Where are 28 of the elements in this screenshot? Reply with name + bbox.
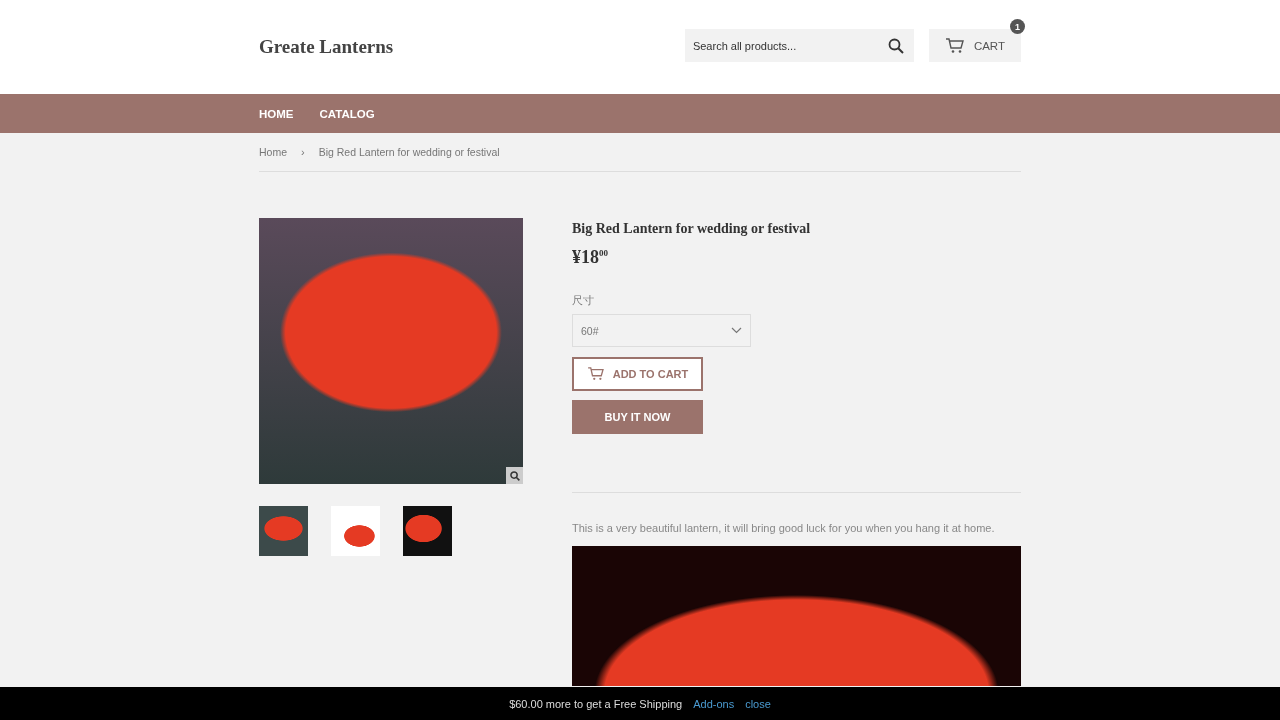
cart-icon [944,37,965,54]
cart-button[interactable]: CART [928,29,1021,62]
site-logo[interactable]: Greate Lanterns [259,36,394,58]
product-title: Big Red Lantern for wedding or festival [572,221,812,237]
option-label: 尺寸 [572,294,595,308]
search-icon[interactable] [887,38,904,54]
product-price: ¥18$^{00}$ [572,247,609,268]
nav-link[interactable]: HOME [259,107,294,120]
thumbnail-photo[interactable] [331,506,380,556]
shipping-message: $60.00 more to get a Free Shipping [509,697,683,710]
shipping-bar-link[interactable]: Add-ons [693,697,735,710]
add-to-cart-button[interactable]: ADD TO CART [572,357,703,391]
chevron-down-icon [731,327,742,334]
breadcrumb-current: Big Red Lantern for wedding or festival [318,146,500,158]
shipping-bar-link[interactable]: close [745,697,771,710]
breadcrumb-separator: › [301,146,305,158]
breadcrumb-link[interactable]: Home [259,146,287,158]
search-icon [509,470,520,481]
nav-link[interactable]: CATALOG [319,107,375,120]
cart-count-badge: 1 [1010,19,1025,34]
thumbnail-photo[interactable] [403,506,452,556]
product-description: This is a very beautiful lantern, it will bring good luck for you when you hang it at home. [572,522,996,534]
search-field[interactable]: Search all products... [684,29,914,62]
cart-icon [586,367,605,381]
zoom-button[interactable] [506,467,523,484]
buy-now-button[interactable]: BUY IT NOW [572,400,703,434]
thumbnail-photo[interactable] [259,506,308,556]
size-dropdown[interactable]: 60# [572,314,751,347]
